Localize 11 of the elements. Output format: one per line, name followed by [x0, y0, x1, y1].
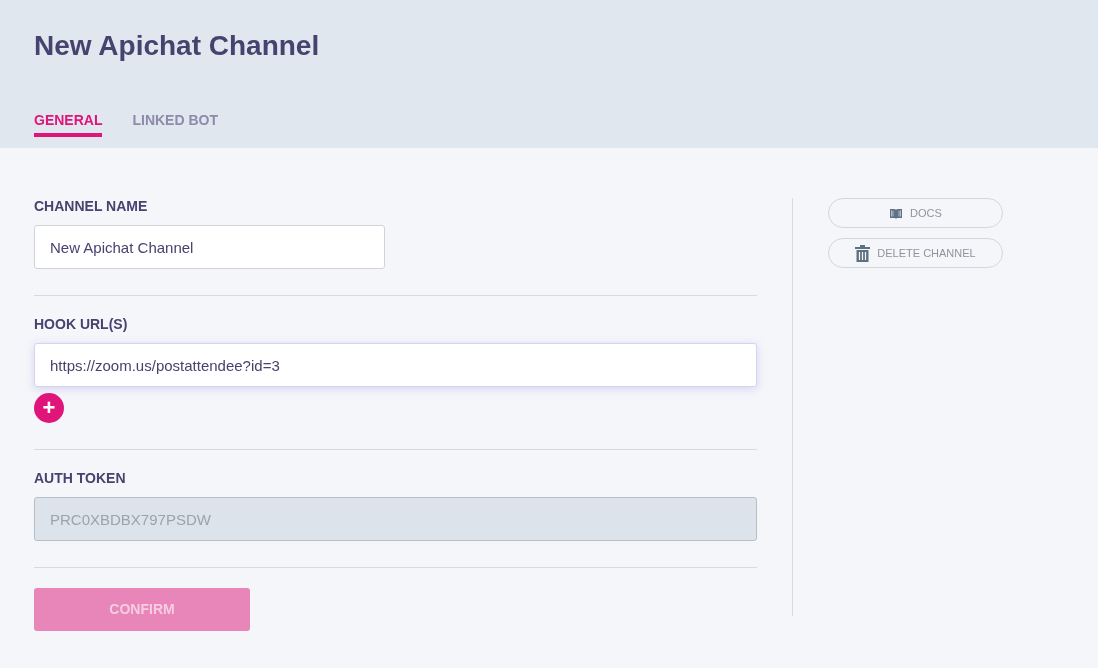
field-label: AUTH TOKEN	[34, 470, 127, 486]
page-title: New Apichat Channel	[34, 29, 321, 63]
tab[interactable]: LINKED BOT	[132, 112, 218, 137]
field-label: CHANNEL NAME	[34, 198, 149, 214]
add-button[interactable]: +	[34, 393, 64, 423]
field-label: HOOK URL(S)	[34, 316, 129, 332]
tab[interactable]: GENERAL	[34, 112, 103, 137]
text-field[interactable]: New Apichat Channel	[34, 225, 385, 269]
trash-icon	[855, 244, 871, 262]
url-field[interactable]: https://zoom.us/postattendee?id=3	[34, 343, 757, 387]
book-icon	[889, 207, 904, 219]
